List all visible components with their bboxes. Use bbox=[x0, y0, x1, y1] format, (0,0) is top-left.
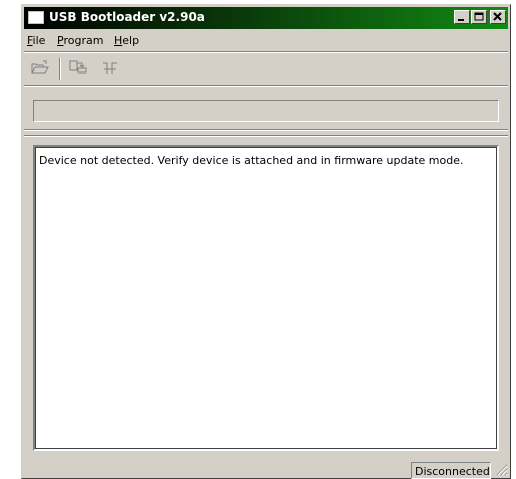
program-button[interactable] bbox=[67, 57, 89, 79]
open-folder-icon bbox=[31, 60, 49, 74]
progress-bar bbox=[33, 100, 499, 122]
reset-button[interactable] bbox=[100, 57, 122, 79]
output-log[interactable]: Device not detected. Verify device is at… bbox=[33, 145, 499, 451]
minimize-button[interactable] bbox=[454, 10, 470, 24]
reset-device-icon bbox=[103, 62, 117, 74]
open-button[interactable] bbox=[29, 57, 51, 79]
app-window: USB Bootloader v2.90a File Program Help bbox=[21, 4, 511, 479]
close-icon bbox=[493, 12, 502, 21]
close-button[interactable] bbox=[490, 10, 506, 24]
menu-bar: File Program Help bbox=[24, 32, 508, 50]
maximize-button[interactable] bbox=[471, 10, 487, 24]
menu-help[interactable]: Help bbox=[114, 34, 139, 47]
connection-status: Disconnected bbox=[415, 465, 490, 478]
progress-divider-top bbox=[24, 129, 508, 131]
status-panel: Disconnected bbox=[411, 462, 491, 479]
maximize-icon bbox=[474, 12, 484, 21]
program-device-icon bbox=[69, 60, 87, 74]
progress-divider-bottom bbox=[24, 135, 508, 137]
window-title: USB Bootloader v2.90a bbox=[49, 10, 205, 24]
log-message: Device not detected. Verify device is at… bbox=[39, 154, 464, 167]
resize-grip-icon[interactable] bbox=[496, 464, 508, 476]
menu-file[interactable]: File bbox=[27, 34, 45, 47]
menu-program[interactable]: Program bbox=[57, 34, 103, 47]
minimize-icon bbox=[458, 19, 464, 21]
toolbar-separator bbox=[59, 58, 61, 80]
app-icon bbox=[28, 11, 44, 24]
toolbar bbox=[24, 53, 508, 83]
toolbar-divider bbox=[24, 85, 508, 87]
title-bar[interactable]: USB Bootloader v2.90a bbox=[24, 7, 508, 29]
